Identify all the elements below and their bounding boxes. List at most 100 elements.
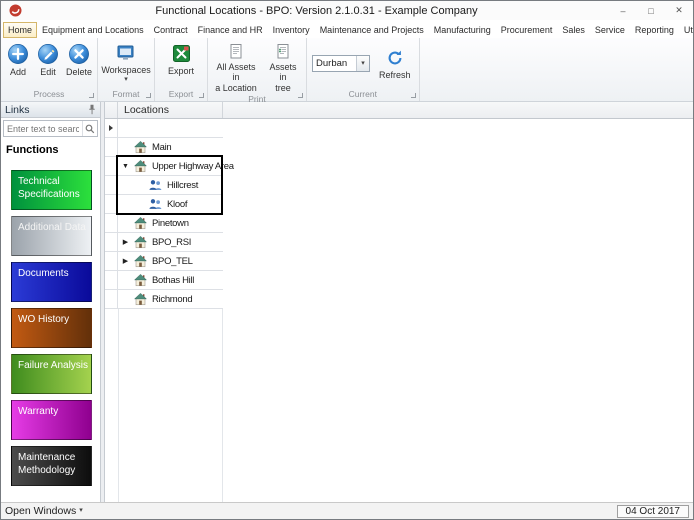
column-header-locations[interactable]: Locations: [118, 102, 223, 118]
tab-manufacturing[interactable]: Manufacturing: [429, 22, 496, 38]
app-window: Functional Locations - BPO: Version 2.1.…: [0, 0, 694, 520]
window-title: Functional Locations - BPO: Version 2.1.…: [155, 4, 478, 17]
links-panel: Links Functions Technical Specifications…: [1, 102, 101, 502]
tree-grid-body: Main ▼ Upper Highway Area Hillcrest Kloof Pin…: [105, 119, 693, 309]
function-button-warranty[interactable]: Warranty: [11, 400, 92, 440]
ribbon-group-print: All Assets in a Location Assets in tree …: [208, 38, 308, 104]
expand-collapsed-icon[interactable]: ▶: [120, 257, 131, 265]
tab-maintenance-and-projects[interactable]: Maintenance and Projects: [315, 22, 429, 38]
function-button-failure-analysis[interactable]: Failure Analysis: [11, 354, 92, 394]
export-button-label: Export: [168, 66, 195, 76]
house-icon: [133, 254, 148, 269]
refresh-button[interactable]: Refresh: [376, 45, 414, 80]
links-panel-title: Links: [5, 103, 30, 116]
export-button[interactable]: Export: [157, 40, 205, 88]
open-windows-label: Open Windows: [5, 505, 77, 517]
tree-row-bothas-hill[interactable]: Bothas Hill: [105, 271, 223, 290]
tree-node-label: Richmond: [152, 293, 193, 305]
tab-procurement[interactable]: Procurement: [496, 22, 558, 38]
add-button[interactable]: Add: [3, 40, 33, 88]
row-indicator: [105, 271, 118, 289]
tree-row-upper-highway-area[interactable]: ▼ Upper Highway Area: [105, 157, 234, 176]
function-button-technical-specifications[interactable]: Technical Specifications: [11, 170, 92, 210]
add-icon: [7, 43, 29, 65]
row-indicator: [105, 252, 118, 270]
tab-reporting[interactable]: Reporting: [630, 22, 679, 38]
function-button-additional-data[interactable]: Additional Data: [11, 216, 92, 256]
house-icon: [133, 235, 148, 250]
tree-node-label: Upper Highway Area: [152, 160, 234, 172]
grid-header-row: Locations: [105, 102, 693, 119]
app-logo-icon: [9, 4, 22, 17]
tab-inventory[interactable]: Inventory: [268, 22, 315, 38]
edit-button[interactable]: Edit: [33, 40, 63, 88]
tree-row-kloof[interactable]: Kloof: [105, 195, 223, 214]
edit-button-label: Edit: [40, 67, 56, 77]
tree-row-hillcrest[interactable]: Hillcrest: [105, 176, 223, 195]
row-indicator: [105, 176, 118, 194]
open-windows-button[interactable]: Open Windows ▾: [5, 505, 83, 517]
tree-node-label: Bothas Hill: [152, 274, 195, 286]
refresh-icon: [385, 48, 405, 68]
pin-icon[interactable]: [88, 104, 96, 115]
ribbon-tabs: Home Equipment and Locations Contract Finan…: [1, 20, 693, 38]
delete-button[interactable]: Delete: [63, 40, 95, 88]
links-panel-header: Links: [1, 102, 100, 118]
row-indicator: [105, 214, 118, 232]
tab-utilities[interactable]: Utilities: [679, 22, 693, 38]
dialog-launcher-icon[interactable]: [298, 93, 304, 98]
workspaces-button-label: Workspaces: [101, 65, 151, 75]
titlebar: Functional Locations - BPO: Version 2.1.…: [1, 1, 693, 20]
ribbon-group-process: Add Edit Delete Process: [1, 38, 99, 101]
tree-node-label: Pinetown: [152, 217, 189, 229]
function-button-wo-history[interactable]: WO History: [11, 308, 92, 348]
ribbon-group-export: Export Export: [155, 38, 209, 101]
site-combobox-value: Durban: [316, 57, 348, 69]
chevron-down-icon: ▾: [124, 76, 128, 84]
expand-collapsed-icon[interactable]: ▶: [120, 238, 131, 246]
site-combobox[interactable]: Durban ▾: [312, 54, 371, 72]
group-label-current: Current: [348, 89, 377, 99]
house-icon: [133, 159, 148, 174]
tree-row-bpo-tel[interactable]: ▶ BPO_TEL: [105, 252, 223, 271]
dialog-launcher-icon[interactable]: [89, 93, 95, 98]
expand-expanded-icon[interactable]: ▼: [120, 163, 131, 170]
tab-contract[interactable]: Contract: [149, 22, 193, 38]
people-icon: [148, 197, 163, 212]
dialog-launcher-icon[interactable]: [410, 93, 416, 98]
house-icon: [133, 273, 148, 288]
filter-row[interactable]: [105, 119, 223, 138]
tree-node-label: Hillcrest: [167, 179, 199, 191]
search-icon[interactable]: [82, 121, 97, 136]
function-button-maintenance-methodology[interactable]: Maintenance Methodology: [11, 446, 92, 486]
chevron-down-icon[interactable]: ▾: [356, 55, 370, 71]
tab-finance-and-hr[interactable]: Finance and HR: [193, 22, 268, 38]
tab-equipment-and-locations[interactable]: Equipment and Locations: [37, 22, 149, 38]
tab-service[interactable]: Service: [590, 22, 630, 38]
house-icon: [133, 140, 148, 155]
tree-row-pinetown[interactable]: Pinetown: [105, 214, 223, 233]
ribbon-group-format: Workspaces ▾ Format: [98, 38, 156, 101]
tree-row-main[interactable]: Main: [105, 138, 223, 157]
search-input[interactable]: [4, 123, 82, 134]
dialog-launcher-icon[interactable]: [199, 93, 205, 98]
close-button[interactable]: ✕: [667, 3, 691, 18]
tree-row-richmond[interactable]: Richmond: [105, 290, 223, 309]
function-button-documents[interactable]: Documents: [11, 262, 92, 302]
maximize-button[interactable]: □: [639, 3, 663, 18]
workspaces-button[interactable]: Workspaces ▾: [100, 40, 152, 88]
report-icon: [228, 43, 244, 60]
add-button-label: Add: [9, 67, 26, 77]
all-assets-in-location-button[interactable]: All Assets in a Location: [210, 40, 262, 93]
minimize-button[interactable]: –: [611, 3, 635, 18]
tree-row-bpo-rsi[interactable]: ▶ BPO_RSI: [105, 233, 223, 252]
grid-indicator-line: [118, 309, 119, 502]
tab-home[interactable]: Home: [3, 22, 38, 38]
row-indicator-header: [105, 102, 118, 118]
tree-node-label: Main: [152, 141, 172, 153]
tab-sales[interactable]: Sales: [557, 22, 590, 38]
statusbar-date: 04 Oct 2017: [616, 504, 689, 518]
house-icon: [133, 216, 148, 231]
assets-in-tree-button[interactable]: Assets in tree: [262, 40, 304, 93]
dialog-launcher-icon[interactable]: [146, 93, 152, 98]
